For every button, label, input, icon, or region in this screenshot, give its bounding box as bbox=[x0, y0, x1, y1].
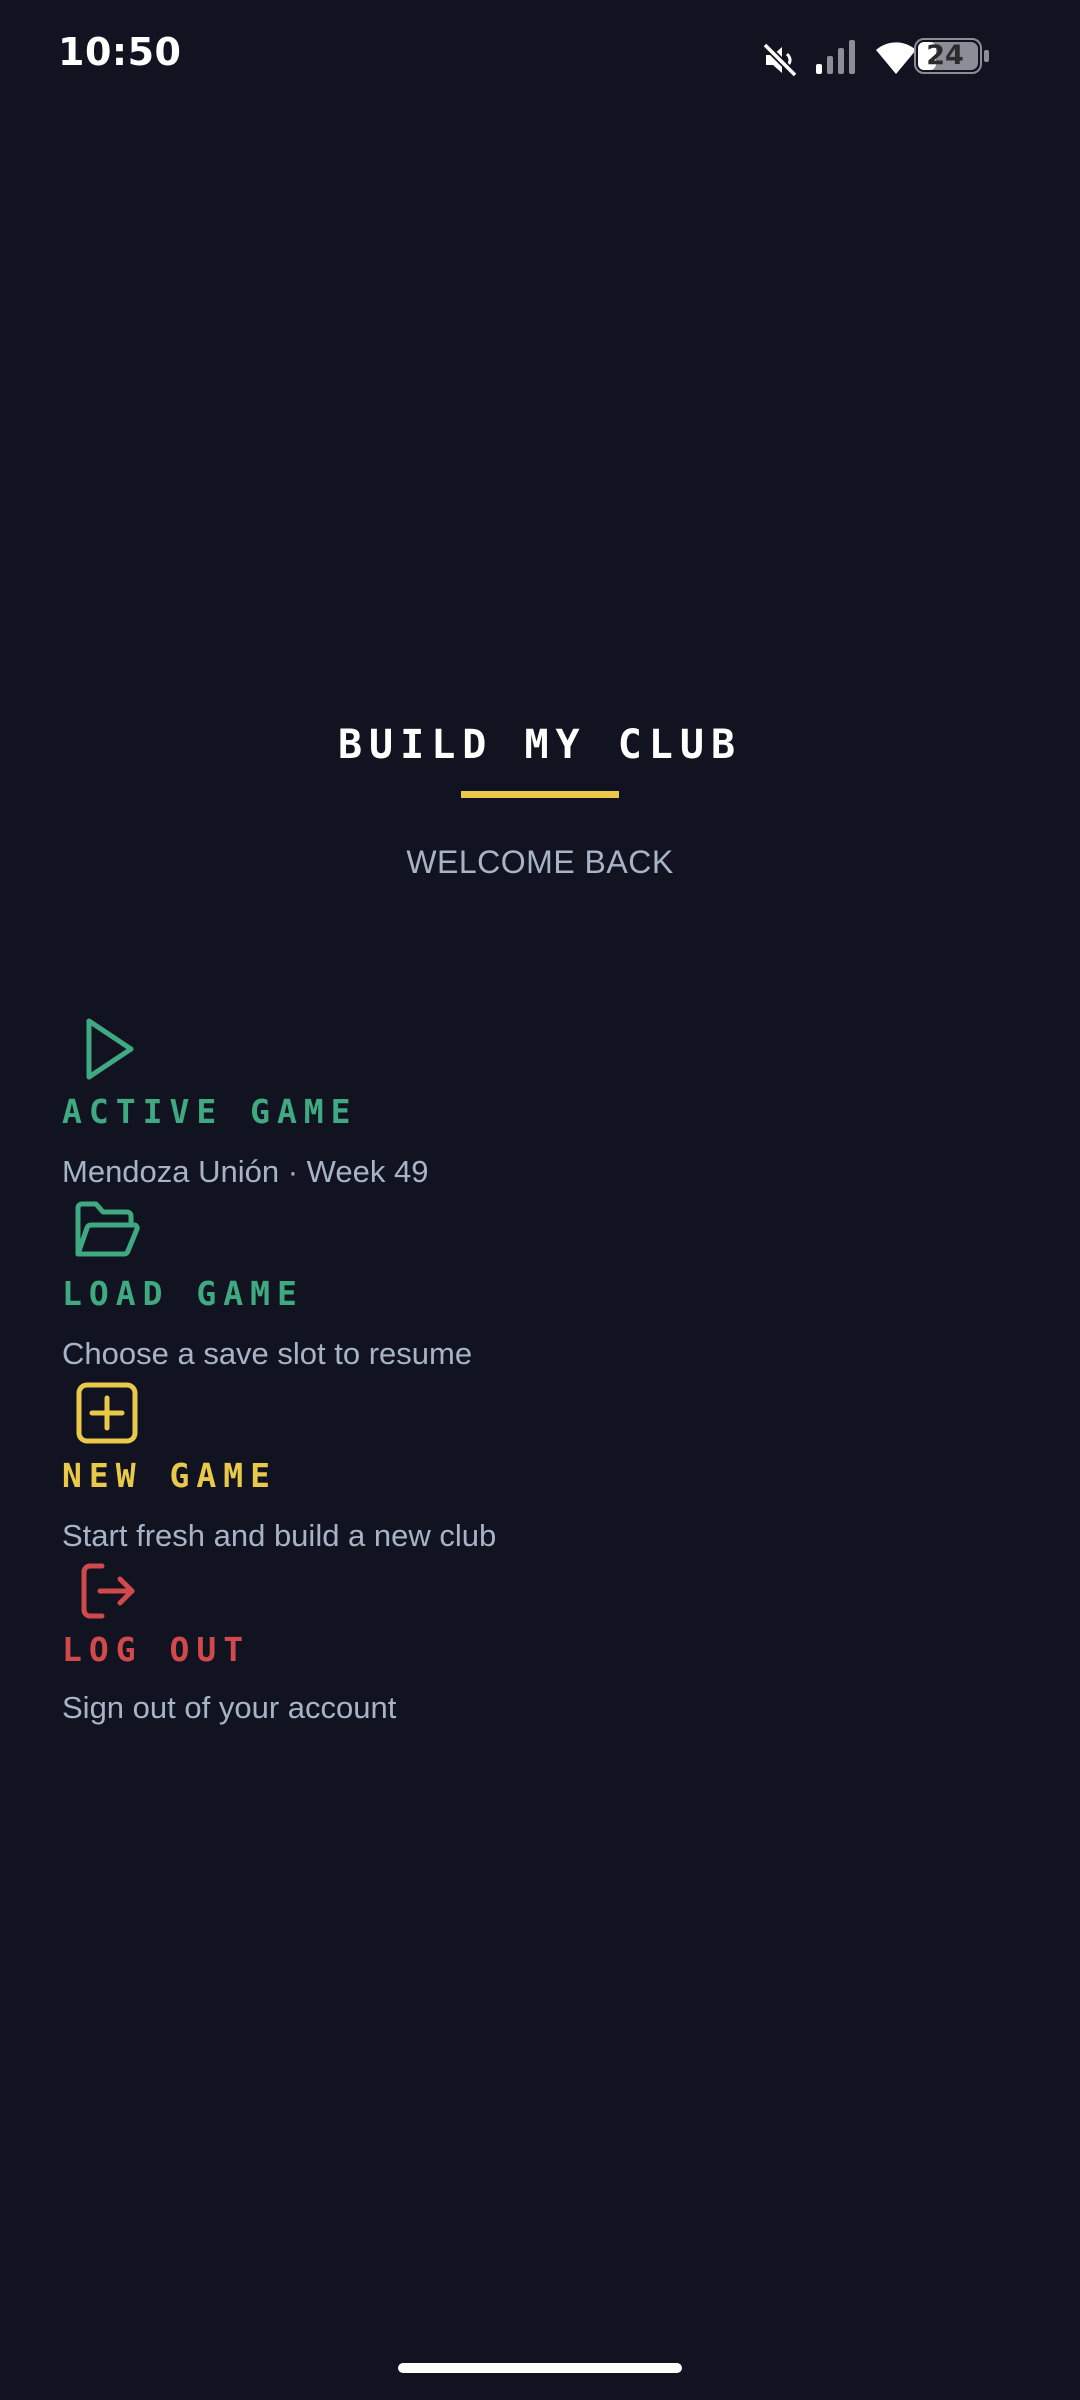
load-game-description: Choose a save slot to resume bbox=[62, 1336, 473, 1371]
new-game-label: NEW GAME bbox=[62, 1456, 277, 1495]
new-game-description: Start fresh and build a new club bbox=[62, 1518, 497, 1553]
active-game-description: Mendoza Unión · Week 49 bbox=[62, 1154, 429, 1189]
welcome-subtitle: WELCOME BACK bbox=[406, 844, 674, 880]
clock: 10:50 bbox=[58, 30, 182, 74]
plus-square-icon bbox=[76, 1382, 138, 1444]
status-bar: 10:50 24 bbox=[0, 0, 1080, 120]
title-underline bbox=[461, 791, 619, 798]
status-icons: 24 bbox=[680, 0, 1080, 120]
mute-icon bbox=[762, 42, 798, 78]
cellular-signal-icon bbox=[816, 40, 855, 74]
load-game-label: LOAD GAME bbox=[62, 1274, 304, 1313]
home-indicator[interactable] bbox=[398, 2363, 682, 2373]
active-game-label: ACTIVE GAME bbox=[62, 1092, 358, 1131]
battery-level: 24 bbox=[926, 40, 964, 71]
load-game-button[interactable]: LOAD GAME Choose a save slot to resume bbox=[62, 1196, 582, 1376]
folder-open-icon bbox=[75, 1201, 140, 1257]
log-out-description: Sign out of your account bbox=[62, 1690, 397, 1725]
log-out-icon bbox=[81, 1563, 135, 1619]
app-title: BUILD MY CLUB bbox=[337, 722, 743, 768]
play-icon bbox=[86, 1018, 134, 1080]
active-game-button[interactable]: ACTIVE GAME Mendoza Unión · Week 49 bbox=[62, 1014, 582, 1194]
log-out-button[interactable]: LOG OUT Sign out of your account bbox=[62, 1560, 582, 1730]
new-game-button[interactable]: NEW GAME Start fresh and build a new clu… bbox=[62, 1378, 582, 1558]
log-out-label: LOG OUT bbox=[62, 1630, 251, 1669]
